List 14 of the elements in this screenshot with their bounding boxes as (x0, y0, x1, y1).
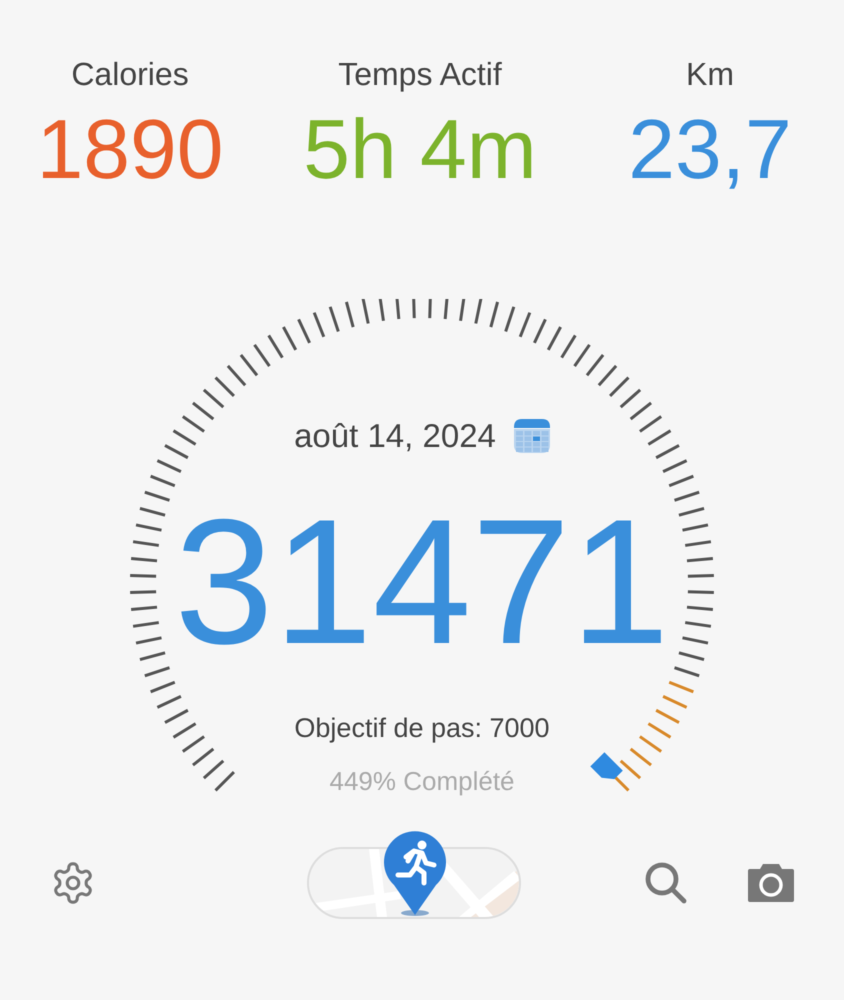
step-count: 31471 (174, 493, 670, 671)
runner-pin-icon[interactable] (382, 829, 448, 919)
stat-label: Km (686, 56, 734, 93)
stat-value: 23,7 (628, 107, 792, 191)
stat-value: 1890 (36, 107, 224, 191)
stat-value: 5h 4m (303, 107, 537, 191)
camera-icon[interactable] (746, 863, 796, 903)
calendar-icon[interactable] (514, 419, 550, 453)
stat-label: Calories (71, 56, 189, 93)
progress-marker-icon (590, 752, 623, 780)
step-goal: Objectif de pas: 7000 (294, 713, 550, 744)
completion-label: 449% Complété (330, 766, 514, 797)
date-label: août 14, 2024 (294, 417, 496, 455)
stat-label: Temps Actif (338, 56, 502, 93)
